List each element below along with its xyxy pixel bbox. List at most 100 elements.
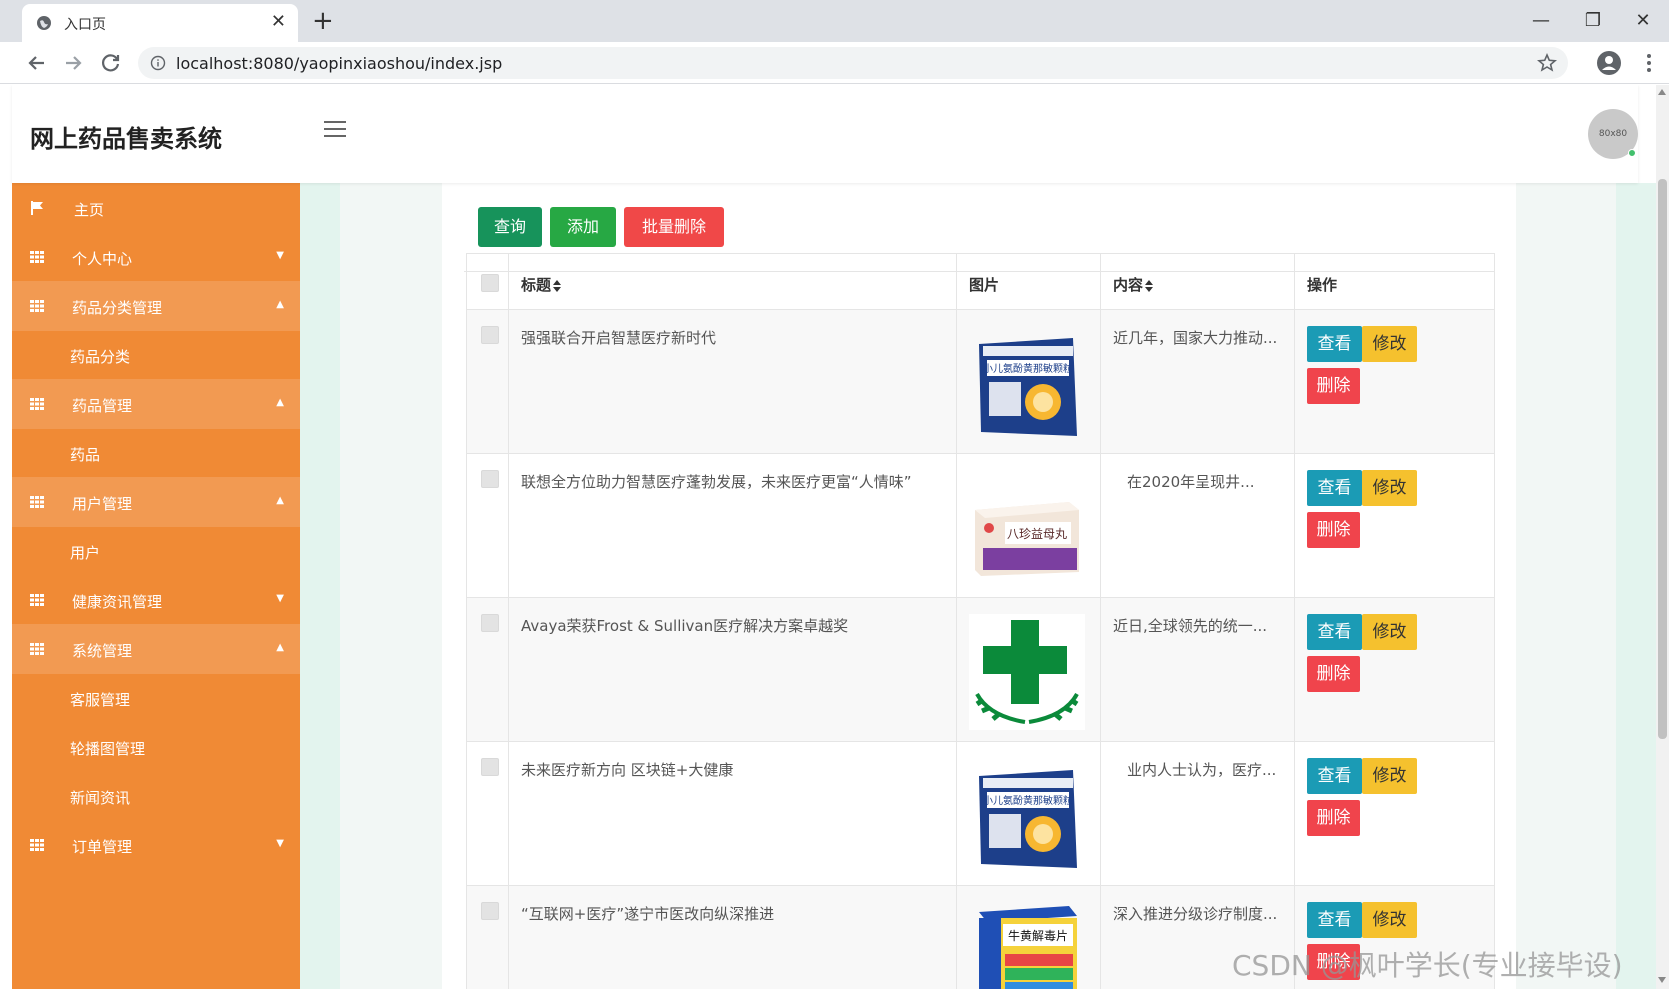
row-checkbox[interactable] (481, 470, 499, 488)
page-scrollbar[interactable] (1656, 85, 1669, 989)
sidebar-item-label: 健康资讯管理 (72, 593, 163, 611)
content-text: 在2020年呈现井... (1127, 473, 1255, 491)
row-checkbox[interactable] (481, 902, 499, 920)
view-button[interactable]: 查看 (1307, 614, 1362, 650)
delete-button[interactable]: 删除 (1307, 368, 1360, 404)
sidebar-item-label: 订单管理 (72, 838, 133, 856)
batch-delete-button[interactable]: 批量删除 (624, 207, 724, 247)
delete-button[interactable]: 删除 (1307, 800, 1360, 836)
profile-icon[interactable] (1596, 50, 1622, 76)
sidebar-subitem-drug-category[interactable]: 药品分类 (12, 330, 300, 380)
add-button[interactable]: 添加 (550, 207, 616, 247)
column-header-title[interactable]: 标题 (508, 253, 957, 310)
edit-button[interactable]: 修改 (1362, 614, 1417, 650)
sidebar-subitem-customer-service[interactable]: 客服管理 (12, 673, 300, 723)
delete-button[interactable]: 删除 (1307, 512, 1360, 548)
table-row: Avaya荣获Frost & Sullivan医疗解决方案卓越奖 近日,全球领先… (466, 597, 1495, 742)
medicine-box-image[interactable]: 小儿氨酚黄那敏颗粒 (969, 758, 1085, 874)
hamburger-menu-icon[interactable] (324, 121, 346, 139)
sidebar-item-user-management[interactable]: 用户管理 ▲ (12, 477, 300, 527)
sidebar-subitem-carousel[interactable]: 轮播图管理 (12, 722, 300, 772)
forward-arrow-icon[interactable] (60, 50, 86, 76)
sidebar-item-label: 系统管理 (72, 642, 133, 660)
back-arrow-icon[interactable] (24, 50, 50, 76)
info-icon[interactable] (150, 55, 166, 71)
medicine-box-image[interactable]: 小儿氨酚黄那敏颗粒 (969, 326, 1085, 442)
close-window-button[interactable]: ✕ (1620, 6, 1666, 36)
medicine-box-image[interactable]: 八珍益母丸 (969, 470, 1085, 586)
row-checkbox[interactable] (481, 758, 499, 776)
edit-button[interactable]: 修改 (1362, 902, 1417, 938)
sidebar-item-order-management[interactable]: 订单管理 ▼ (12, 820, 300, 870)
watermark: CSDN @枫叶学长(专业接毕设) (1232, 949, 1623, 982)
scroll-up-arrow-icon[interactable] (1658, 89, 1666, 95)
scroll-down-arrow-icon[interactable] (1658, 977, 1666, 983)
bookmark-star-icon[interactable] (1536, 52, 1558, 74)
edit-button[interactable]: 修改 (1362, 470, 1417, 506)
sidebar-item-drug-management[interactable]: 药品管理 ▲ (12, 379, 300, 429)
delete-button[interactable]: 删除 (1307, 656, 1360, 692)
restore-button[interactable]: ❐ (1570, 6, 1616, 36)
image-cell: 牛黄解毒片 (956, 885, 1101, 989)
content-text: 业内人士认为，医疗... (1127, 761, 1277, 779)
actions-cell: 查看 修改 删除 (1294, 741, 1495, 886)
caret-down-icon: ▼ (276, 250, 284, 261)
medicine-box-image[interactable]: 牛黄解毒片 (969, 902, 1085, 989)
browser-tab[interactable]: 入口页 ✕ (22, 4, 298, 42)
column-header-label: 标题 (521, 276, 552, 294)
sidebar-item-drug-category-management[interactable]: 药品分类管理 ▲ (12, 281, 300, 331)
view-button[interactable]: 查看 (1307, 758, 1362, 794)
edit-button[interactable]: 修改 (1362, 326, 1417, 362)
sidebar-item-system-management[interactable]: 系统管理 ▲ (12, 624, 300, 674)
box-text: 小儿氨酚黄那敏颗粒 (983, 794, 1073, 807)
new-tab-button[interactable]: + (312, 6, 334, 36)
view-button[interactable]: 查看 (1307, 326, 1362, 362)
row-select-cell (466, 453, 509, 598)
grid-icon (30, 643, 44, 655)
row-checkbox[interactable] (481, 326, 499, 344)
grid-icon (30, 398, 44, 410)
reload-icon[interactable] (98, 50, 124, 76)
sidebar-item-home[interactable]: 主页 (12, 183, 300, 233)
sort-icon[interactable] (1145, 279, 1154, 292)
globe-icon (37, 16, 51, 30)
sidebar-subitem-label: 客服管理 (70, 691, 131, 709)
column-header-label: 操作 (1307, 276, 1338, 294)
sidebar-subitem-news[interactable]: 新闻资讯 (12, 771, 300, 821)
edit-button[interactable]: 修改 (1362, 758, 1417, 794)
sidebar-subitem-label: 药品分类 (70, 348, 131, 366)
grid-icon (30, 300, 44, 312)
grid-icon (30, 496, 44, 508)
sidebar-item-health-news-management[interactable]: 健康资讯管理 ▼ (12, 575, 300, 625)
row-checkbox[interactable] (481, 614, 499, 632)
image-cell: 小儿氨酚黄那敏颗粒 (956, 741, 1101, 886)
sidebar-item-personal-center[interactable]: 个人中心 ▼ (12, 232, 300, 282)
minimize-button[interactable]: — (1518, 6, 1564, 36)
image-cell (956, 597, 1101, 742)
close-tab-icon[interactable]: ✕ (271, 11, 286, 32)
sidebar-subitem-label: 用户 (70, 544, 101, 562)
column-header-label: 图片 (969, 276, 1000, 294)
page-header: 网上药品售卖系统 80x80 (12, 85, 1638, 183)
scroll-thumb[interactable] (1658, 179, 1667, 739)
title-cell: “互联网+医疗”遂宁市医改向纵深推进 (508, 885, 957, 989)
table-row: 联想全方位助力智慧医疗蓬勃发展，未来医疗更富“人情味” 八珍益母丸 在2020年… (466, 453, 1495, 598)
sidebar-subitem-label: 药品 (70, 446, 101, 464)
box-text: 八珍益母丸 (1007, 527, 1067, 541)
more-menu-icon[interactable] (1642, 50, 1656, 76)
view-button[interactable]: 查看 (1307, 902, 1362, 938)
green-cross-image[interactable] (969, 614, 1085, 730)
url-field[interactable]: localhost:8080/yaopinxiaoshou/index.jsp (138, 47, 1568, 79)
sort-icon[interactable] (553, 279, 562, 292)
title-cell: 联想全方位助力智慧医疗蓬勃发展，未来医疗更富“人情味” (508, 453, 957, 598)
select-all-checkbox[interactable] (481, 274, 499, 292)
query-button[interactable]: 查询 (478, 207, 542, 247)
address-bar: localhost:8080/yaopinxiaoshou/index.jsp (0, 42, 1669, 84)
online-status-dot (1628, 149, 1636, 157)
sidebar-subitem-user[interactable]: 用户 (12, 526, 300, 576)
view-button[interactable]: 查看 (1307, 470, 1362, 506)
column-header-content[interactable]: 内容 (1100, 253, 1295, 310)
sidebar-subitem-drug[interactable]: 药品 (12, 428, 300, 478)
row-select-cell (466, 309, 509, 454)
row-select-cell (466, 597, 509, 742)
